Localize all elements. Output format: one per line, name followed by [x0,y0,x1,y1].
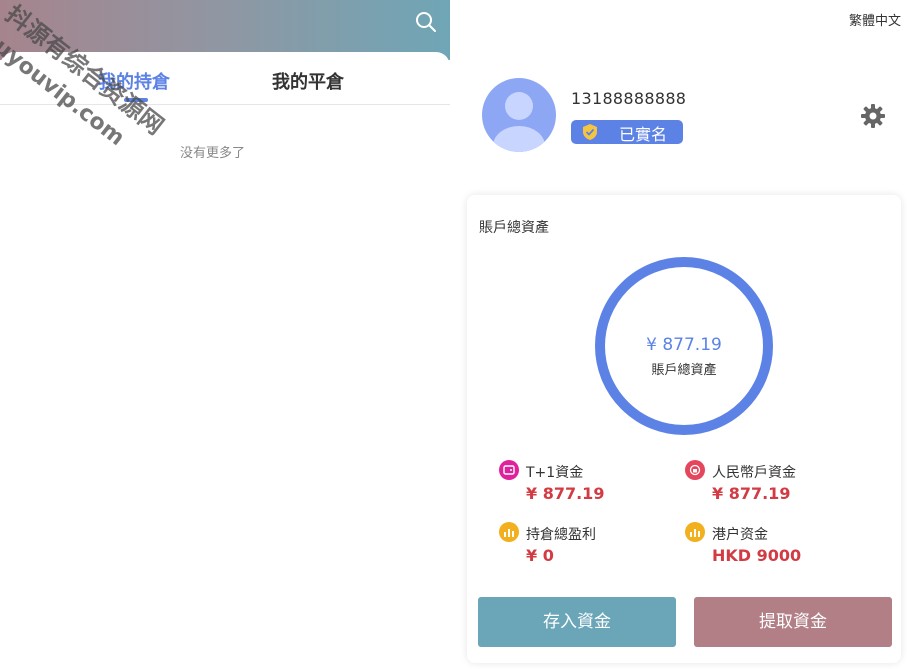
user-avatar-icon [493,92,545,152]
asset-item-value: ¥ 0 [526,546,554,565]
active-tab-indicator [124,98,148,102]
positions-panel: 我的持倉 我的平倉 没有更多了 抖源有综合资源网 douyouvip.com [0,0,450,669]
total-assets-label: 賬戶總資產 [651,363,717,378]
asset-item-label: 人民幣戶資金 [712,465,796,481]
positions-header [0,0,450,60]
account-panel: 繁體中文 13188888888 已實名 賬戶總資產 ¥ 877.19 賬戶總資… [450,0,907,669]
tab-my-positions[interactable]: 我的持倉 [98,68,170,94]
total-assets-amount: ¥ 877.19 [646,335,722,355]
asset-item-value: ¥ 877.19 [712,484,791,503]
language-switch[interactable]: 繁體中文 [849,10,901,29]
asset-item-value: HKD 9000 [712,546,802,565]
asset-item-hk-funds: 港户资金 HKD 9000 [685,522,865,572]
shield-check-icon [583,124,597,140]
assets-card: 賬戶總資產 ¥ 877.19 賬戶總資產 T+1資金 ¥ 877.19 人民幣戶… [467,195,901,663]
verified-badge: 已實名 [571,120,683,144]
asset-item-value: ¥ 877.19 [526,484,605,503]
total-assets-ring: ¥ 877.19 賬戶總資產 [595,257,773,435]
deposit-button[interactable]: 存入資金 [478,597,676,647]
verified-label: 已實名 [619,125,668,144]
positions-tabs-card: 我的持倉 我的平倉 没有更多了 [0,52,450,669]
asset-item-label: 港户资金 [712,527,768,543]
wallet-icon [499,460,519,480]
tab-divider [0,104,450,105]
gear-icon[interactable] [860,103,886,129]
asset-item-label: 持倉總盈利 [526,527,596,543]
lock-icon [685,460,705,480]
asset-item-t1-funds: T+1資金 ¥ 877.19 [499,460,679,510]
assets-card-title: 賬戶總資產 [479,220,549,236]
tab-my-closed-positions[interactable]: 我的平倉 [272,68,344,94]
avatar[interactable] [482,78,556,152]
chart-icon [499,522,519,542]
asset-item-rmb-funds: 人民幣戶資金 ¥ 877.19 [685,460,865,510]
chart-icon [685,522,705,542]
search-icon[interactable] [414,10,438,34]
no-more-text: 没有更多了 [180,146,246,161]
asset-item-position-profit: 持倉總盈利 ¥ 0 [499,522,679,572]
app-root: 我的持倉 我的平倉 没有更多了 抖源有综合资源网 douyouvip.com 繁… [0,0,907,669]
asset-item-label: T+1資金 [526,465,584,481]
withdraw-button[interactable]: 提取資金 [694,597,892,647]
user-phone: 13188888888 [571,89,687,108]
